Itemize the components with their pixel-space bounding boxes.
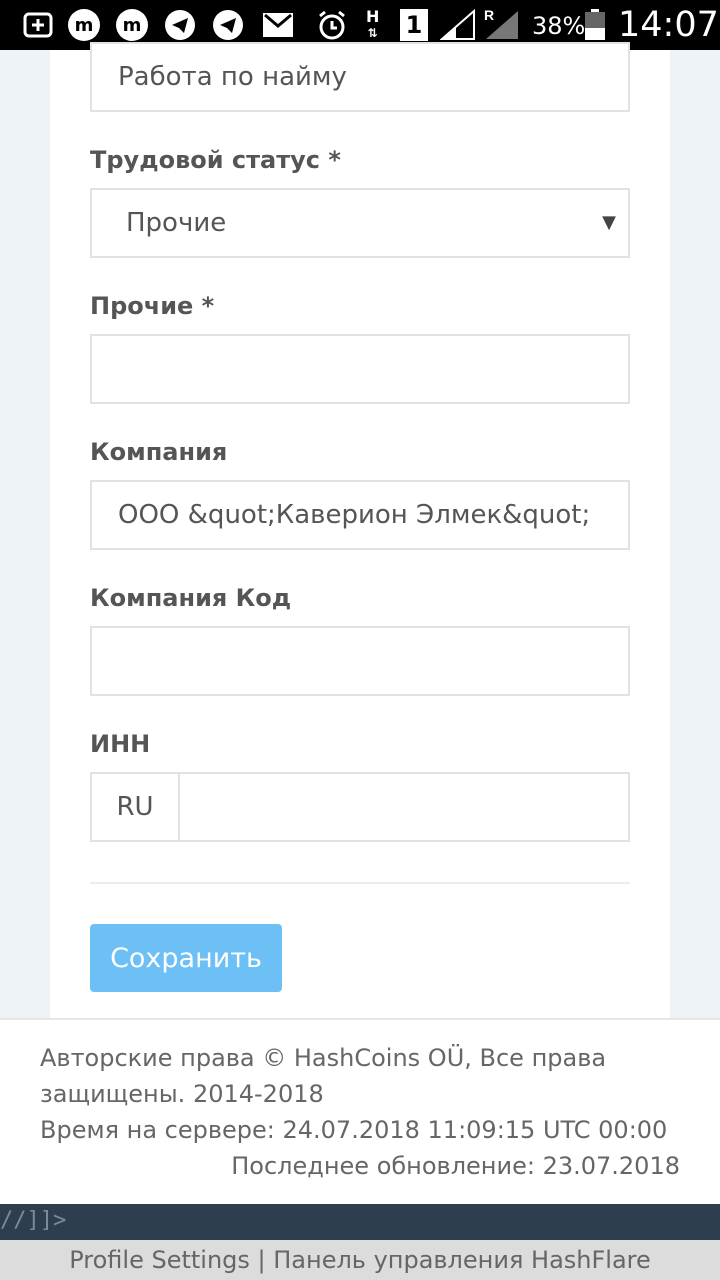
browser-title: Profile Settings | Панель управления Has… bbox=[69, 1246, 651, 1274]
browser-title-bar: Profile Settings | Панель управления Has… bbox=[0, 1240, 720, 1280]
messenger-icon: m bbox=[68, 9, 100, 41]
employment-type-value: Работа по найму bbox=[118, 62, 347, 92]
form-divider bbox=[90, 882, 630, 884]
server-time: Время на сервере: 24.07.2018 11:09:15 UT… bbox=[40, 1116, 668, 1144]
labor-status-value: Прочие bbox=[126, 208, 227, 238]
gmail-icon bbox=[262, 9, 294, 41]
copyright-line-1: Авторские права © HashCoins OÜ, Все прав… bbox=[40, 1044, 607, 1072]
page-footer: Авторские права © HashCoins OÜ, Все прав… bbox=[0, 1018, 720, 1204]
battery-icon bbox=[584, 9, 606, 41]
other-label: Прочие * bbox=[90, 292, 215, 320]
telegram-icon bbox=[212, 9, 244, 41]
clock: 14:07 bbox=[618, 5, 719, 45]
labor-status-label: Трудовой статус * bbox=[90, 146, 341, 174]
last-update: Последнее обновление: 23.07.2018 bbox=[231, 1152, 680, 1180]
inn-input[interactable] bbox=[180, 774, 628, 840]
company-code-label: Компания Код bbox=[90, 584, 292, 612]
inn-country-prefix: RU bbox=[92, 774, 180, 840]
inn-input-group: RU bbox=[90, 772, 630, 842]
employment-type-field[interactable]: Работа по найму bbox=[90, 42, 630, 112]
company-value: ООО &quot;Каверион Элмек&quot; bbox=[118, 500, 591, 530]
dropdown-arrow-icon: ▼ bbox=[602, 212, 616, 233]
company-input[interactable]: ООО &quot;Каверион Элмек&quot; bbox=[90, 480, 630, 550]
copyright-line-2: защищены. 2014-2018 bbox=[40, 1080, 324, 1108]
company-label: Компания bbox=[90, 438, 228, 466]
labor-status-select[interactable]: Прочие ▼ bbox=[90, 188, 630, 258]
network-h-icon: H ⇅ bbox=[366, 7, 380, 41]
company-code-input[interactable] bbox=[90, 626, 630, 696]
debug-text: //]]> bbox=[0, 1208, 67, 1233]
signal-roaming-icon: R bbox=[484, 7, 520, 41]
telegram-icon bbox=[164, 9, 196, 41]
other-input[interactable] bbox=[90, 334, 630, 404]
plus-box-icon bbox=[22, 9, 54, 41]
battery-percent: 38% bbox=[532, 12, 586, 40]
alarm-icon bbox=[316, 9, 348, 41]
debug-bar: //]]> bbox=[0, 1204, 720, 1240]
inn-label: ИНН bbox=[90, 730, 151, 758]
save-button[interactable]: Сохранить bbox=[90, 924, 282, 992]
signal-icon bbox=[440, 9, 476, 41]
messenger-icon: m bbox=[116, 9, 148, 41]
sim-1-icon: 1 bbox=[400, 9, 428, 41]
